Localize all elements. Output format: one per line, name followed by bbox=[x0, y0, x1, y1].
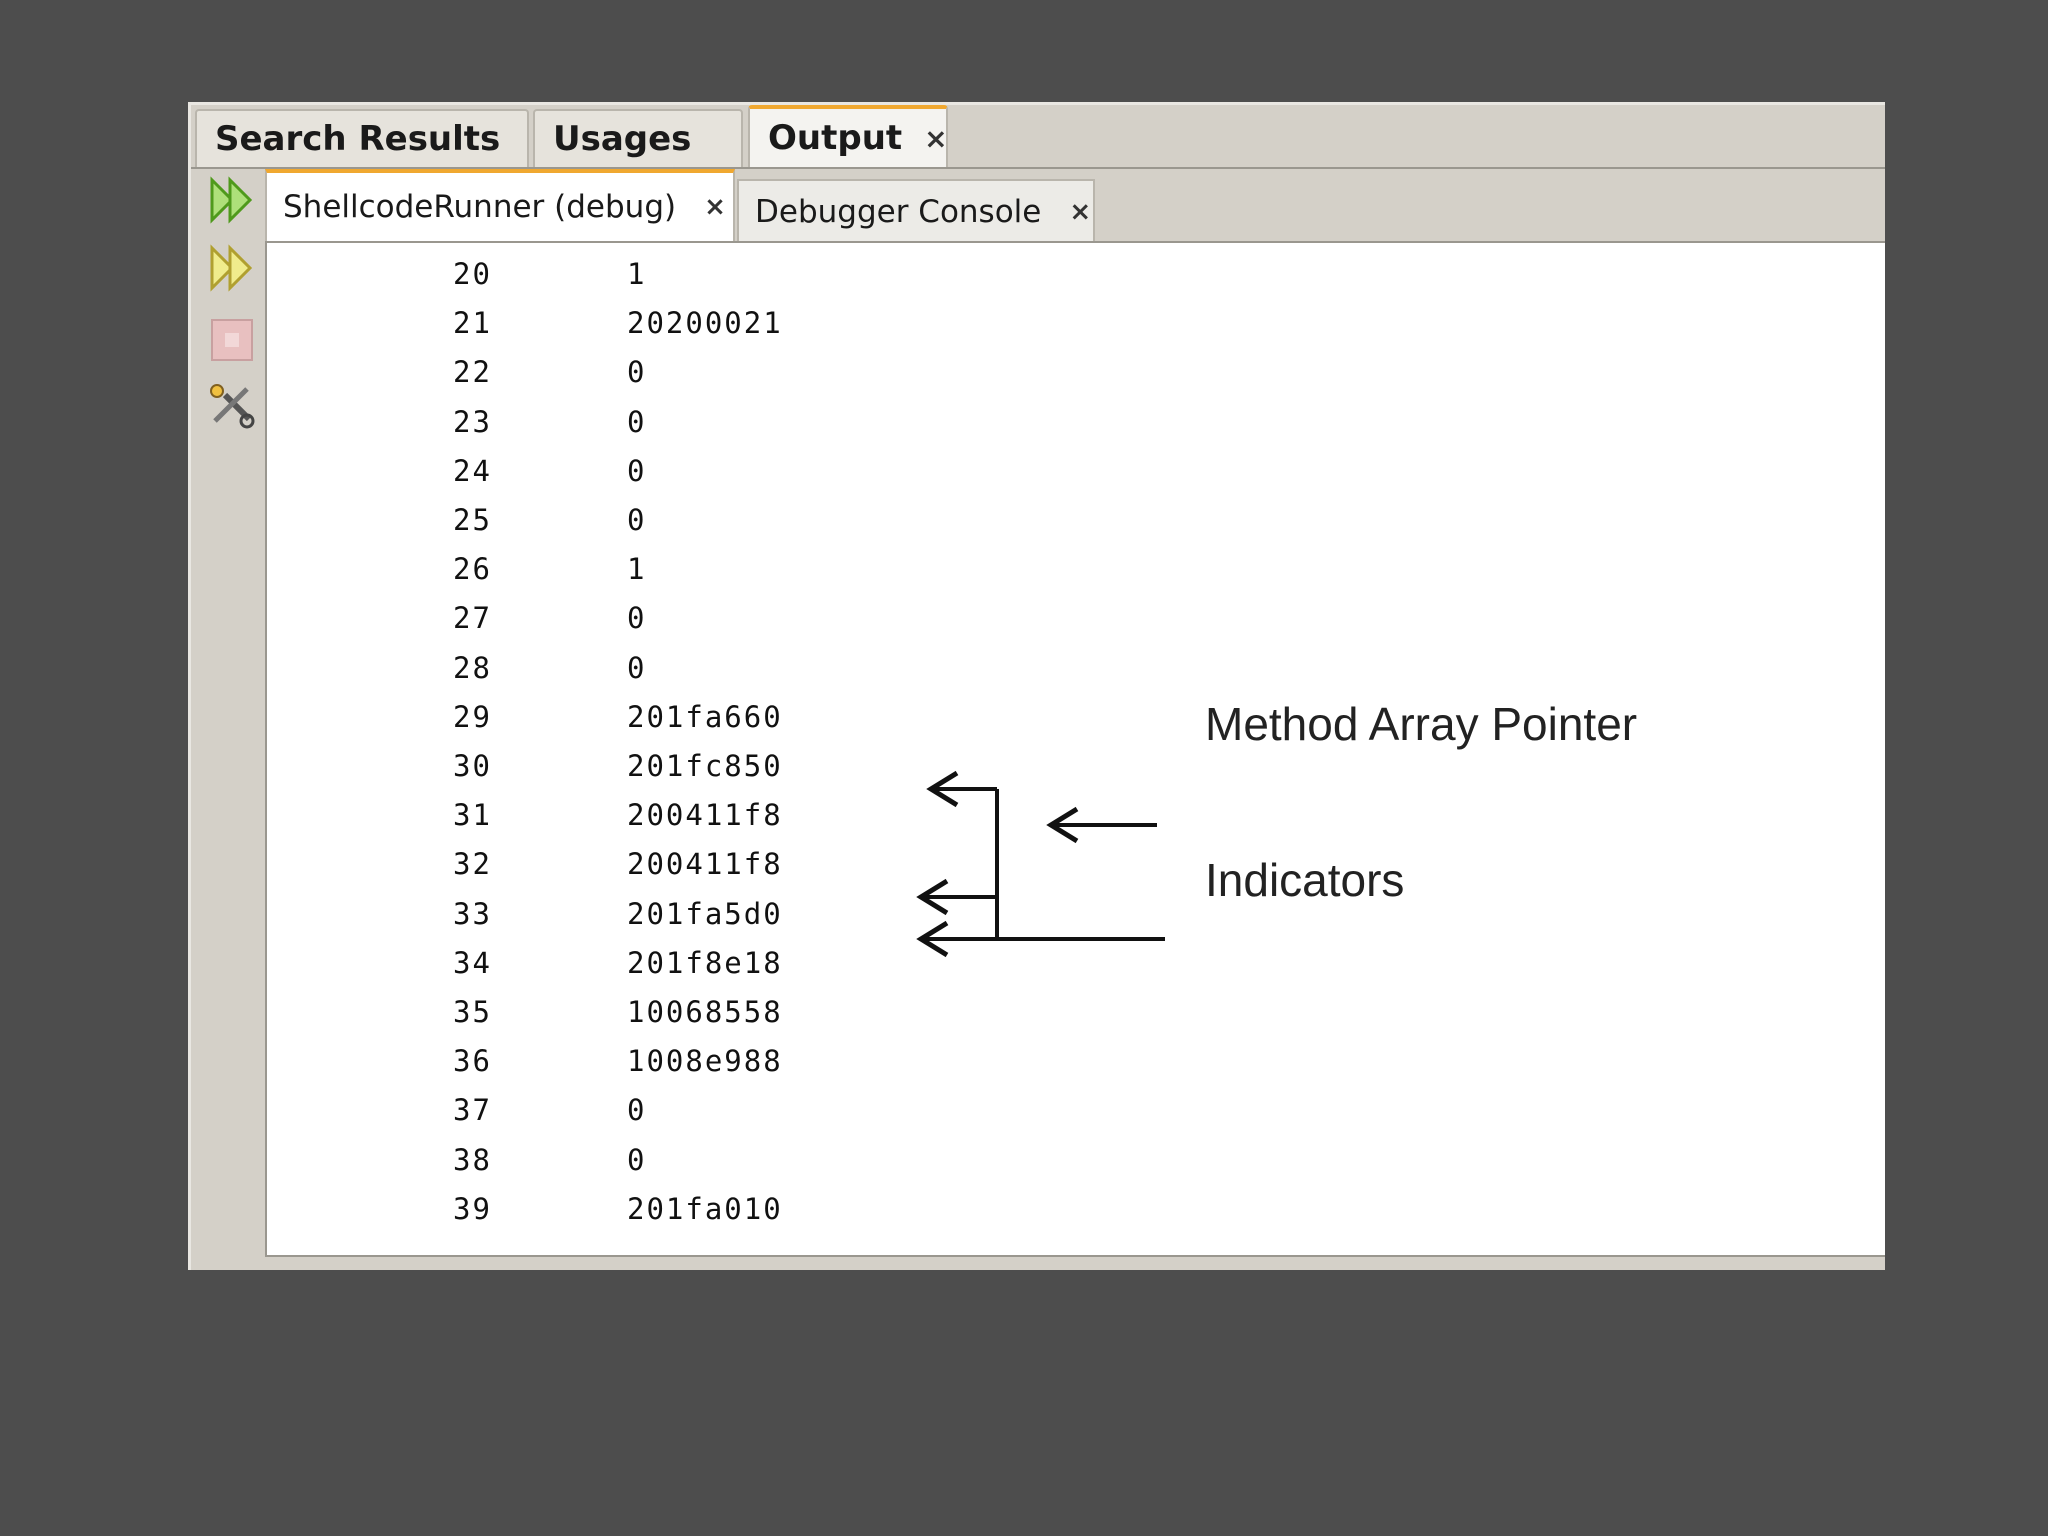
rerun-with-options-button[interactable] bbox=[207, 243, 257, 293]
line-index: 26 bbox=[453, 552, 492, 587]
arrow-head bbox=[916, 920, 949, 958]
line-index: 29 bbox=[453, 699, 492, 734]
annotation-overlay bbox=[916, 770, 1165, 958]
tab-label: Output bbox=[768, 118, 903, 158]
line-value: 201fa660 bbox=[627, 699, 783, 734]
line-index: 30 bbox=[453, 749, 492, 783]
line-index: 35 bbox=[453, 995, 492, 1029]
line-index: 33 bbox=[453, 896, 492, 931]
tab-output[interactable]: Output × bbox=[748, 105, 948, 167]
line-value: 10068558 bbox=[627, 995, 783, 1029]
line-index: 23 bbox=[453, 404, 492, 439]
line-index: 25 bbox=[453, 503, 492, 537]
settings-button[interactable] bbox=[207, 381, 257, 431]
tab-usages[interactable]: Usages bbox=[533, 109, 743, 167]
line-value: 0 bbox=[627, 355, 647, 390]
line-value: 201f8e18 bbox=[627, 945, 783, 980]
line-value: 200411f8 bbox=[627, 847, 783, 882]
line-value: 1008e988 bbox=[627, 1044, 783, 1079]
tab-label: ShellcodeRunner (debug) bbox=[283, 189, 677, 225]
line-index: 34 bbox=[453, 945, 492, 980]
output-toolbar bbox=[195, 171, 263, 1257]
arrow-head bbox=[916, 878, 949, 916]
line-value: 0 bbox=[627, 601, 647, 636]
rerun-button[interactable] bbox=[207, 175, 257, 225]
line-index: 27 bbox=[453, 601, 492, 636]
output-window: Search Results Usages Output × Shellcode… bbox=[188, 102, 1885, 1270]
tab-search-results[interactable]: Search Results bbox=[195, 109, 529, 167]
arrow-head bbox=[1046, 806, 1079, 844]
line-value: 0 bbox=[627, 503, 647, 537]
line-value: 0 bbox=[627, 650, 647, 685]
stop-button[interactable] bbox=[207, 315, 257, 365]
line-value: 0 bbox=[627, 404, 647, 439]
tab-label: Search Results bbox=[215, 119, 501, 159]
line-index: 31 bbox=[453, 798, 492, 833]
line-value: 0 bbox=[627, 1093, 647, 1128]
line-value: 20200021 bbox=[627, 306, 783, 341]
line-value: 1 bbox=[627, 552, 647, 587]
line-index: 21 bbox=[453, 306, 492, 341]
line-value: 0 bbox=[627, 1142, 647, 1177]
line-index: 37 bbox=[453, 1093, 492, 1128]
line-value: 200411f8 bbox=[627, 798, 783, 833]
line-value: 201fa010 bbox=[627, 1191, 783, 1226]
line-index: 22 bbox=[453, 355, 492, 390]
line-value: 201fc850 bbox=[627, 749, 783, 783]
line-index: 36 bbox=[453, 1044, 492, 1079]
line-value: 201fa5d0 bbox=[627, 896, 783, 931]
rerun-icon bbox=[210, 176, 253, 224]
tab-debugger-console[interactable]: Debugger Console × bbox=[737, 179, 1095, 243]
tab-label: Usages bbox=[553, 119, 692, 159]
line-index: 38 bbox=[453, 1142, 492, 1177]
line-value: 0 bbox=[627, 453, 647, 488]
tab-shellcoderunner-debug[interactable]: ShellcodeRunner (debug) × bbox=[265, 169, 735, 241]
line-index: 20 bbox=[453, 257, 492, 291]
method-array-pointer-label: Method Array Pointer bbox=[1205, 698, 1638, 750]
arrow-head bbox=[926, 770, 959, 808]
rerun-with-options-icon bbox=[210, 244, 253, 292]
line-index: 32 bbox=[453, 847, 492, 882]
close-icon[interactable]: × bbox=[924, 122, 947, 155]
close-icon[interactable]: × bbox=[704, 192, 726, 222]
line-index: 24 bbox=[453, 453, 492, 488]
tab-label: Debugger Console bbox=[755, 194, 1042, 230]
output-text-area[interactable]: 20 1 21 20200021 22 0 23 0 24 0 25 0 26 1 27 0 28 0 29 201f… bbox=[265, 241, 1885, 1257]
indicators-label: Indicators bbox=[1205, 854, 1405, 906]
line-index: 28 bbox=[453, 650, 492, 685]
line-value: 1 bbox=[627, 257, 647, 291]
settings-icon bbox=[210, 384, 255, 429]
close-icon[interactable]: × bbox=[1069, 197, 1091, 227]
stop-icon bbox=[211, 319, 253, 361]
line-index: 39 bbox=[453, 1191, 492, 1226]
